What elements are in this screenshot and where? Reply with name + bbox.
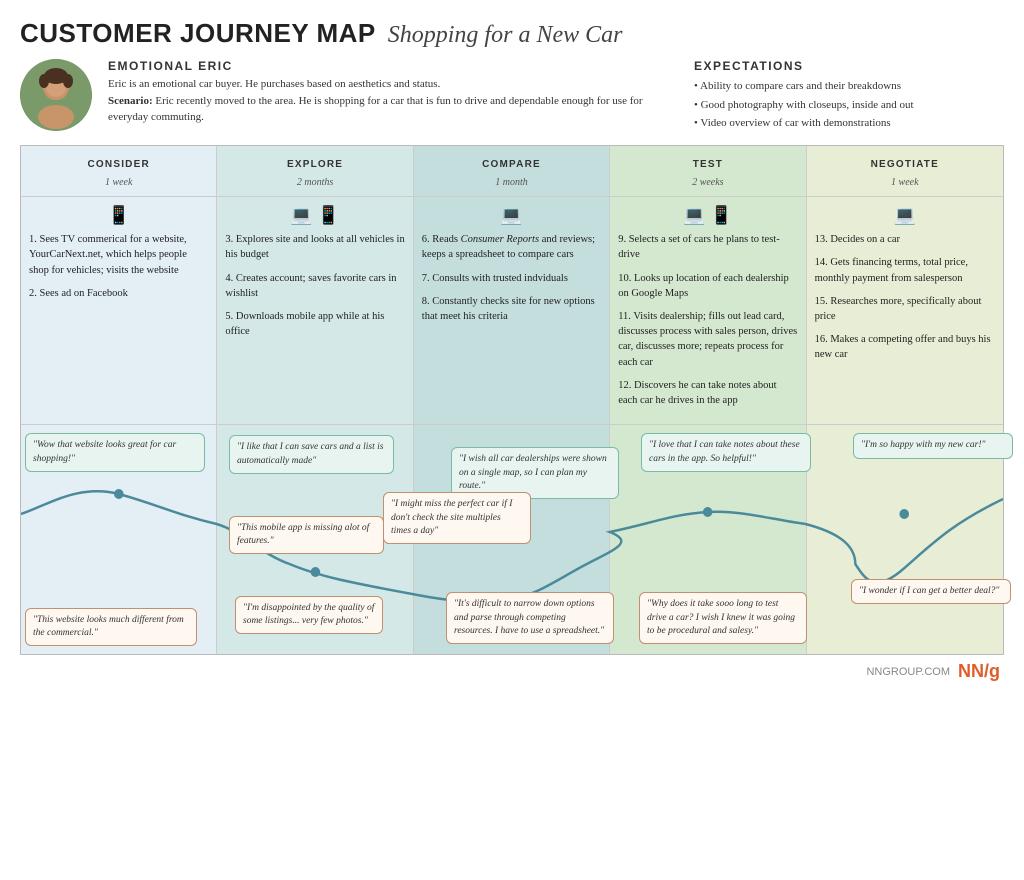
action-cell-negotiate: 💻 13. Decides on a car 14. Gets financin… <box>807 197 1003 424</box>
phase-header-consider: CONSIDER 1 week <box>21 146 217 196</box>
persona-description: Eric is an emotional car buyer. He purch… <box>108 76 658 126</box>
quote-explore-negative-1: "This mobile app is missing alot of feat… <box>229 516 384 555</box>
action-consider-1: 1. Sees TV commerical for a website, You… <box>29 232 208 278</box>
phase-duration-compare: 1 month <box>495 177 528 188</box>
page: CUSTOMER JOURNEY MAP Shopping for a New … <box>0 0 1024 880</box>
action-negotiate-2: 14. Gets financing terms, total price, m… <box>815 255 995 285</box>
phase-duration-explore: 2 months <box>297 177 333 188</box>
device-icons-explore: 💻 📱 <box>225 205 404 226</box>
phase-header-explore: EXPLORE 2 months <box>217 146 413 196</box>
page-header: CUSTOMER JOURNEY MAP Shopping for a New … <box>20 18 1004 49</box>
persona-expectations-row: EMOTIONAL ERIC Eric is an emotional car … <box>20 59 1004 133</box>
expectations-list: Ability to compare cars and their breakd… <box>694 77 1004 133</box>
expectation-item: Ability to compare cars and their breakd… <box>694 77 1004 96</box>
scenario-text: Eric recently moved to the area. He is s… <box>108 95 643 124</box>
quote-compare-positive: "I wish all car dealerships were shown o… <box>451 447 619 499</box>
action-cell-compare: 💻 6. Reads Consumer Reports and reviews;… <box>414 197 610 424</box>
device-icons-compare: 💻 <box>422 205 601 226</box>
avatar <box>20 59 92 131</box>
quote-consider-positive: "Wow that website looks great for car sh… <box>25 433 205 472</box>
footer: NNGROUP.COM NN/g <box>20 661 1004 682</box>
quote-explore-positive: "I like that I can save cars and a list … <box>229 435 394 474</box>
action-cell-test: 💻 📱 9. Selects a set of cars he plans to… <box>610 197 806 424</box>
quote-compare-negative: "It's difficult to narrow down options a… <box>446 592 614 644</box>
action-cell-consider: 📱 1. Sees TV commerical for a website, Y… <box>21 197 217 424</box>
action-explore-3: 5. Downloads mobile app while at his off… <box>225 309 404 339</box>
quote-negotiate-positive: "I'm so happy with my new car!" <box>853 433 1013 458</box>
device-icons-negotiate: 💻 <box>815 205 995 226</box>
quote-negotiate-negative: "I wonder if I can get a better deal?" <box>851 579 1011 604</box>
phase-name-compare: COMPARE <box>482 159 541 170</box>
action-compare-2: 7. Consults with trusted indviduals <box>422 271 601 286</box>
expectation-item: Good photography with closeups, inside a… <box>694 96 1004 115</box>
action-negotiate-4: 16. Makes a competing offer and buys his… <box>815 332 995 362</box>
action-cell-explore: 💻 📱 3. Explores site and looks at all ve… <box>217 197 413 424</box>
action-test-3: 11. Visits dealership; fills out lead ca… <box>618 309 797 370</box>
journey-map: CONSIDER 1 week EXPLORE 2 months COMPARE… <box>20 145 1004 655</box>
persona-info: EMOTIONAL ERIC Eric is an emotional car … <box>108 59 658 126</box>
action-negotiate-1: 13. Decides on a car <box>815 232 995 247</box>
phase-header-test: TEST 2 weeks <box>610 146 806 196</box>
emotion-curve-row: "Wow that website looks great for car sh… <box>21 424 1003 654</box>
page-title-bold: CUSTOMER JOURNEY MAP <box>20 18 376 48</box>
quote-explore-negative-3: "I might miss the perfect car if I don't… <box>383 492 531 544</box>
action-compare-1: 6. Reads Consumer Reports and reviews; k… <box>422 232 601 262</box>
phase-duration-negotiate: 1 week <box>891 177 919 188</box>
phase-name-negotiate: NEGOTIATE <box>871 159 939 170</box>
phase-name-test: TEST <box>693 159 723 170</box>
action-test-4: 12. Discovers he can take notes about ea… <box>618 378 797 408</box>
phase-header-negotiate: NEGOTIATE 1 week <box>807 146 1003 196</box>
actions-row: 📱 1. Sees TV commerical for a website, Y… <box>21 196 1003 424</box>
expectations-section: EXPECTATIONS Ability to compare cars and… <box>694 59 1004 133</box>
footer-logo: NN/g <box>958 661 1000 682</box>
device-icons-test: 💻 📱 <box>618 205 797 226</box>
quote-test-negative: "Why does it take sooo long to test driv… <box>639 592 807 644</box>
quote-test-positive: "I love that I can take notes about thes… <box>641 433 811 472</box>
phase-duration-test: 2 weeks <box>692 177 723 188</box>
phase-headers-row: CONSIDER 1 week EXPLORE 2 months COMPARE… <box>21 146 1003 196</box>
action-test-1: 9. Selects a set of cars he plans to tes… <box>618 232 797 262</box>
page-title-italic: Shopping for a New Car <box>388 22 623 48</box>
action-explore-2: 4. Creates account; saves favorite cars … <box>225 271 404 301</box>
action-negotiate-3: 15. Researches more, specifically about … <box>815 294 995 324</box>
expectation-item: Video overview of car with demonstration… <box>694 114 1004 133</box>
quote-explore-negative-2: "I'm disappointed by the quality of some… <box>235 596 383 635</box>
phase-header-compare: COMPARE 1 month <box>414 146 610 196</box>
quote-consider-negative: "This website looks much different from … <box>25 608 197 647</box>
device-icons-consider: 📱 <box>29 205 208 226</box>
footer-url: NNGROUP.COM <box>866 666 950 678</box>
action-compare-3: 8. Constantly checks site for new option… <box>422 294 601 324</box>
action-explore-1: 3. Explores site and looks at all vehicl… <box>225 232 404 262</box>
expectations-title: EXPECTATIONS <box>694 59 1004 73</box>
action-test-2: 10. Looks up location of each dealership… <box>618 271 797 301</box>
scenario-label: Scenario: <box>108 95 153 107</box>
persona-name: EMOTIONAL ERIC <box>108 59 658 73</box>
phase-duration-consider: 1 week <box>105 177 133 188</box>
phase-name-explore: EXPLORE <box>287 159 343 170</box>
phase-name-consider: CONSIDER <box>88 159 150 170</box>
action-consider-2: 2. Sees ad on Facebook <box>29 286 208 301</box>
